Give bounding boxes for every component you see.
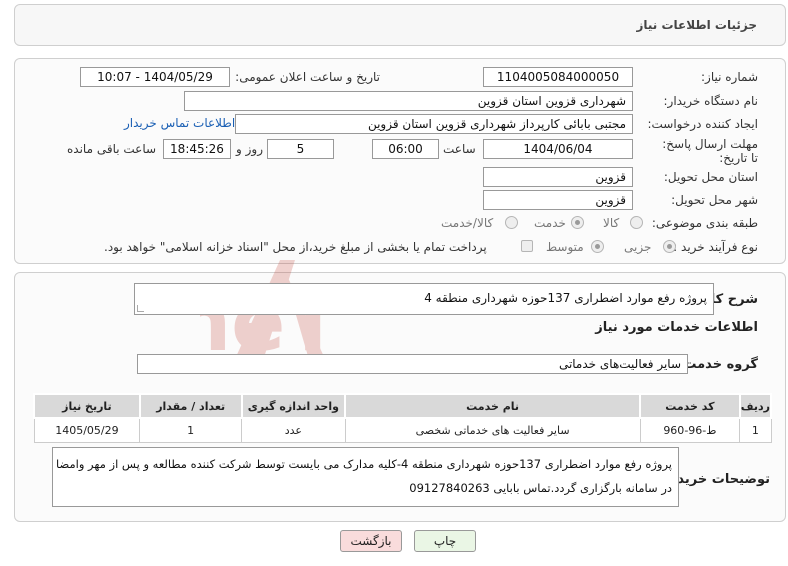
summary-textarea[interactable]: پروژه رفع موارد اضطراری 137حوزه شهرداری … [134,283,714,315]
col-header-quantity: تعداد / مقدار [138,393,243,419]
category-radio-service[interactable] [571,216,584,229]
services-heading: اطلاعات خدمات مورد نیاز [595,320,758,335]
cell-need-date: 1405/05/29 [33,417,141,443]
requester-label: ایجاد کننده درخواست: [647,117,758,131]
process-radio-minor[interactable] [663,240,676,253]
announce-field: 1404/05/29 - 10:07 [80,67,230,87]
buyer-notes-line-2: در سامانه بارگزاری گردد.تماس بابایی 0912… [409,481,672,495]
deadline-time-label: ساعت [443,142,476,156]
cell-unit: عدد [241,417,346,443]
announce-label: تاریخ و ساعت اعلان عمومی: [235,70,380,84]
city-label: شهر محل تحویل: [671,193,758,207]
deadline-date-field: 1404/06/04 [483,139,633,159]
cell-row-number: 1 [739,417,772,443]
deadline-time-field: 06:00 [372,139,439,159]
cell-service-name: سایر فعالیت های خدماتی شخصی [344,417,641,443]
buyer-notes-textarea[interactable]: پروژه رفع موارد اضطراری 137حوزه شهرداری … [52,447,679,507]
buyer-contact-link[interactable]: اطلاعات تماس خریدار [124,116,235,130]
process-label: نوع فرآیند خرید : [673,240,758,254]
buyer-notes-line-1: پروژه رفع موارد اضطراری 137حوزه شهرداری … [56,457,672,471]
col-header-unit: واحد اندازه گیری [240,393,347,419]
treasury-checkbox[interactable] [521,240,533,252]
service-group-label: گروه خدمت: [678,357,758,372]
service-group-field: سایر فعالیت‌های خدماتی [137,354,688,374]
process-radio-medium[interactable] [591,240,604,253]
category-radio-goods-service[interactable] [505,216,518,229]
service-table: ردیف کد خدمت نام خدمت واحد اندازه گیری ت… [33,393,773,443]
category-option-service: خدمت [534,216,566,230]
category-label: طبقه بندی موضوعی: [651,216,758,230]
province-field: قزوین [483,167,633,187]
category-option-goods: کالا [603,216,620,230]
page-title: جزئیات اطلاعات نیاز [636,18,757,32]
header-panel: جزئیات اطلاعات نیاز [14,4,786,46]
cell-quantity: 1 [139,417,243,443]
resize-grip-icon[interactable] [137,305,144,312]
remaining-time-label: ساعت باقی مانده [67,142,157,156]
category-radio-goods[interactable] [630,216,643,229]
summary-text: پروژه رفع موارد اضطراری 137حوزه شهرداری … [424,291,707,305]
print-button[interactable]: چاپ [414,530,476,552]
city-field: قزوین [483,190,633,210]
process-option-medium: متوسط [546,240,584,254]
col-header-service-name: نام خدمت [344,393,641,419]
col-header-service-code: کد خدمت [639,393,741,419]
remaining-time-field: 18:45:26 [163,139,231,159]
requester-field: مجتبی بابائی کارپرداز شهرداری قزوین استا… [235,114,633,134]
buyer-org-label: نام دستگاه خریدار: [663,94,759,108]
province-label: استان محل تحویل: [663,170,758,184]
days-label: روز و [236,142,263,156]
category-option-goods-service: کالا/خدمت [441,216,494,230]
days-remaining-field: 5 [267,139,334,159]
col-header-row-number: ردیف [738,393,773,419]
process-option-minor: جزیی [624,240,652,254]
table-header-row: ردیف کد خدمت نام خدمت واحد اندازه گیری ت… [33,393,773,419]
buyer-org-field: شهرداری قزوین استان قزوین [184,91,633,111]
need-number-field: 1104005084000050 [483,67,633,87]
col-header-need-date: تاریخ نیاز [33,393,141,419]
back-button[interactable]: بازگشت [340,530,402,552]
payment-note: پرداخت تمام یا بخشی از مبلغ خرید،از محل … [104,240,487,254]
table-row: 1 ط-96-960 سایر فعالیت های خدماتی شخصی ع… [33,417,772,443]
need-number-label: شماره نیاز: [701,70,758,84]
cell-service-code: ط-96-960 [639,417,741,443]
deadline-label: مهلت ارسال پاسخ: تا تاریخ: [662,137,758,165]
